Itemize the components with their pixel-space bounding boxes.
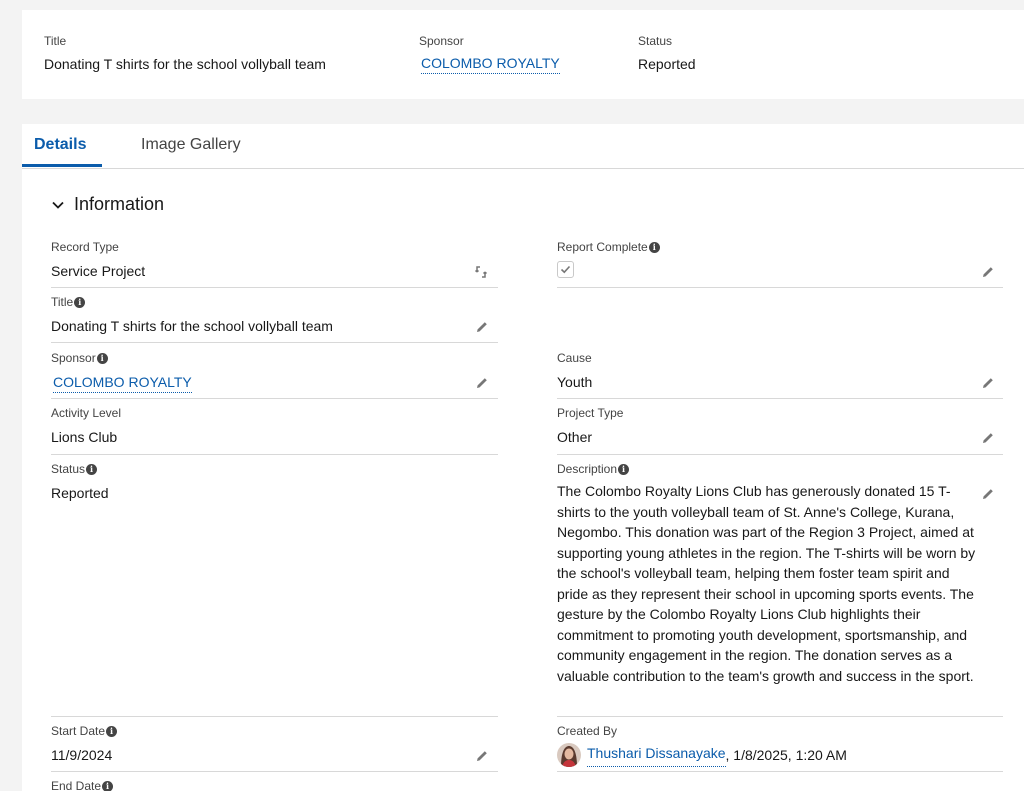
field-description: Description i The Colombo Royalty Lions … bbox=[557, 461, 1003, 717]
highlight-status: Status Reported bbox=[638, 34, 696, 72]
field-cause-value: Youth bbox=[557, 374, 593, 390]
info-icon[interactable]: i bbox=[102, 780, 114, 791]
highlight-title-value: Donating T shirts for the school vollyba… bbox=[44, 56, 326, 72]
pencil-icon[interactable] bbox=[981, 431, 995, 445]
pencil-icon[interactable] bbox=[981, 265, 995, 279]
field-end-date: End Date i bbox=[51, 778, 498, 791]
pencil-icon[interactable] bbox=[981, 487, 995, 501]
field-divider bbox=[557, 287, 1003, 288]
field-title-value: Donating T shirts for the school vollyba… bbox=[51, 318, 333, 334]
info-icon[interactable]: i bbox=[106, 725, 118, 737]
highlight-status-value: Reported bbox=[638, 56, 696, 72]
chevron-down-icon bbox=[52, 201, 64, 209]
field-record-type-label: Record Type bbox=[51, 240, 119, 254]
pencil-icon[interactable] bbox=[475, 320, 489, 334]
record-detail-card: Details Image Gallery Information Record… bbox=[22, 124, 1024, 791]
field-divider bbox=[51, 771, 498, 772]
highlight-title: Title Donating T shirts for the school v… bbox=[44, 34, 326, 72]
field-status-label: Status i bbox=[51, 461, 498, 477]
highlights-panel: Title Donating T shirts for the school v… bbox=[22, 10, 1024, 99]
field-divider bbox=[557, 454, 1003, 455]
sponsor-link[interactable]: COLOMBO ROYALTY bbox=[53, 374, 192, 393]
highlight-status-label: Status bbox=[638, 34, 673, 48]
field-divider bbox=[51, 398, 498, 399]
field-start-date-label-text: Start Date bbox=[51, 724, 106, 738]
tab-active-indicator bbox=[22, 164, 102, 167]
info-icon[interactable]: i bbox=[618, 463, 630, 475]
field-end-date-label-text: End Date bbox=[51, 779, 102, 791]
field-sponsor-label: Sponsor i bbox=[51, 350, 498, 366]
field-start-date-value: 11/9/2024 bbox=[51, 747, 113, 763]
tab-bar: Details Image Gallery bbox=[22, 124, 1024, 169]
field-created-by-label: Created By bbox=[557, 724, 618, 738]
field-end-date-label: End Date i bbox=[51, 778, 498, 791]
highlight-sponsor: Sponsor COLOMBO ROYALTY bbox=[419, 34, 560, 74]
section-information-toggle[interactable]: Information bbox=[50, 194, 164, 215]
highlight-sponsor-value-wrap: COLOMBO ROYALTY bbox=[419, 55, 560, 74]
report-complete-checkbox[interactable] bbox=[557, 261, 574, 278]
field-created-by-value: Thushari Dissanayake , 1/8/2025, 1:20 AM bbox=[557, 743, 1003, 767]
field-start-date: Start Date i 11/9/2024 bbox=[51, 723, 498, 772]
field-report-complete: Report Complete i bbox=[557, 239, 1003, 288]
field-sponsor: Sponsor i COLOMBO ROYALTY bbox=[51, 350, 498, 399]
tab-image-gallery[interactable]: Image Gallery bbox=[141, 135, 241, 169]
field-project-type-value: Other bbox=[557, 429, 593, 445]
field-project-type-label: Project Type bbox=[557, 406, 624, 420]
field-description-label-text: Description bbox=[557, 462, 618, 476]
field-record-type: Record Type Service Project bbox=[51, 239, 498, 288]
pencil-icon[interactable] bbox=[475, 376, 489, 390]
field-project-type: Project Type Other bbox=[557, 405, 1003, 455]
field-divider bbox=[557, 398, 1003, 399]
field-sponsor-label-text: Sponsor bbox=[51, 351, 96, 365]
field-divider bbox=[51, 342, 498, 343]
field-start-date-label: Start Date i bbox=[51, 723, 498, 739]
info-icon[interactable]: i bbox=[74, 296, 86, 308]
field-description-label: Description i bbox=[557, 461, 1003, 477]
created-by-timestamp: , 1/8/2025, 1:20 AM bbox=[725, 746, 847, 763]
field-title: Title i Donating T shirts for the school… bbox=[51, 294, 498, 343]
highlight-sponsor-link[interactable]: COLOMBO ROYALTY bbox=[421, 55, 560, 74]
field-divider bbox=[51, 454, 498, 455]
field-activity-level-label: Activity Level bbox=[51, 406, 122, 420]
created-by-user-link[interactable]: Thushari Dissanayake bbox=[587, 743, 726, 767]
field-title-label-text: Title bbox=[51, 295, 74, 309]
lookup-swap-icon[interactable] bbox=[474, 265, 488, 279]
field-description-value: The Colombo Royalty Lions Club has gener… bbox=[557, 483, 976, 684]
section-title: Information bbox=[74, 194, 165, 214]
field-report-complete-label: Report Complete i bbox=[557, 239, 1003, 255]
field-cause-label: Cause bbox=[557, 351, 592, 365]
field-divider bbox=[557, 771, 1003, 772]
info-icon[interactable]: i bbox=[648, 241, 660, 253]
field-record-type-value: Service Project bbox=[51, 263, 146, 279]
field-divider bbox=[51, 287, 498, 288]
field-status: Status i Reported bbox=[51, 461, 498, 717]
field-title-label: Title i bbox=[51, 294, 498, 310]
field-report-complete-label-text: Report Complete bbox=[557, 240, 648, 254]
field-divider bbox=[557, 716, 1003, 717]
field-status-value: Reported bbox=[51, 485, 109, 501]
field-sponsor-value: COLOMBO ROYALTY bbox=[51, 372, 498, 393]
info-icon[interactable]: i bbox=[86, 463, 98, 475]
checkmark-icon bbox=[560, 265, 571, 274]
info-icon[interactable]: i bbox=[96, 352, 108, 364]
avatar bbox=[557, 743, 581, 767]
field-activity-level-value: Lions Club bbox=[51, 429, 118, 445]
field-activity-level: Activity Level Lions Club bbox=[51, 405, 498, 455]
field-cause: Cause Youth bbox=[557, 350, 1003, 399]
field-divider bbox=[51, 716, 498, 717]
field-created-by: Created By Thushari Dissanayake , 1/8/20… bbox=[557, 723, 1003, 772]
pencil-icon[interactable] bbox=[475, 749, 489, 763]
highlight-sponsor-label: Sponsor bbox=[419, 34, 464, 48]
pencil-icon[interactable] bbox=[981, 376, 995, 390]
field-status-label-text: Status bbox=[51, 462, 86, 476]
highlight-title-label: Title bbox=[44, 34, 67, 48]
